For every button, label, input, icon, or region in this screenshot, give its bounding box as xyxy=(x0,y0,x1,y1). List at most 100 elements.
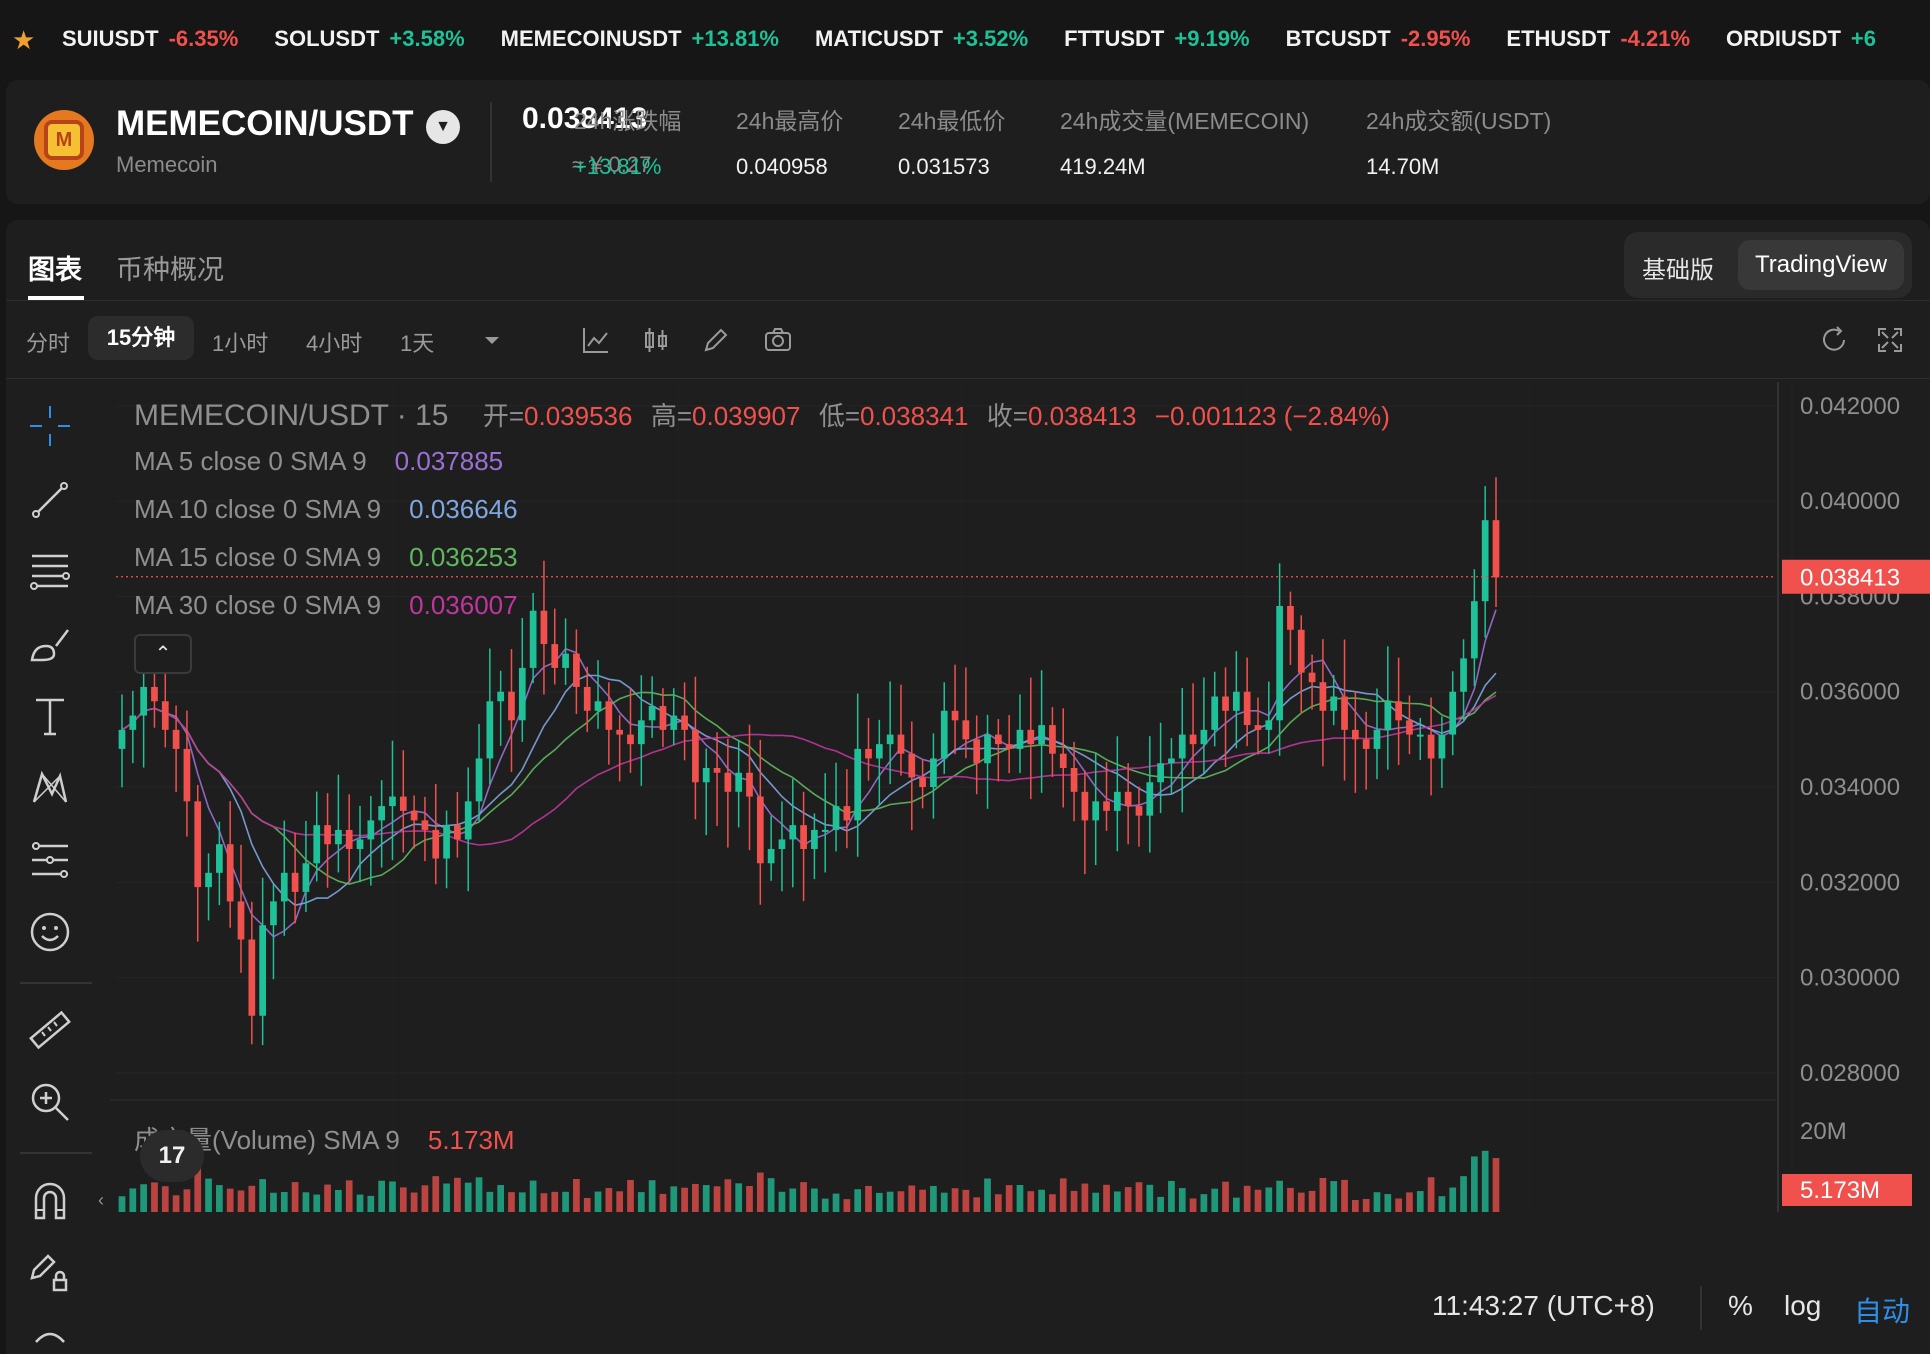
tab-chart[interactable]: 图表 xyxy=(28,248,82,287)
zoom-in-icon[interactable] xyxy=(28,1080,72,1124)
eye-icon[interactable] xyxy=(28,1322,72,1344)
lock-draw-icon[interactable] xyxy=(28,1250,72,1294)
fib-lines-icon[interactable] xyxy=(28,550,72,594)
candle-body xyxy=(399,796,407,811)
volume-bar xyxy=(648,1180,656,1212)
candle-body xyxy=(1146,782,1154,816)
ticker-change: +3.52% xyxy=(952,26,1029,51)
volume-bar xyxy=(291,1182,299,1212)
candle-body xyxy=(1471,601,1478,659)
replay-icon[interactable] xyxy=(1818,324,1850,356)
volume-bar xyxy=(508,1192,515,1212)
text-icon[interactable] xyxy=(28,694,72,738)
timeframe-1d[interactable]: 1天 xyxy=(400,326,434,358)
timeframe-tick[interactable]: 分时 xyxy=(26,326,70,358)
volume-bar xyxy=(183,1189,191,1212)
magnet-icon[interactable] xyxy=(28,1178,72,1222)
ticker-item[interactable]: BTCUSDT -2.95% xyxy=(1286,26,1471,52)
pattern-icon[interactable] xyxy=(28,766,72,810)
chevron-down-icon[interactable]: ▼ xyxy=(426,110,460,144)
volume-bar xyxy=(486,1191,494,1212)
volume-bar xyxy=(616,1191,624,1212)
candle-body xyxy=(497,691,505,702)
ticker-item[interactable]: SOLUSDT +3.58% xyxy=(274,26,464,52)
chevron-up-icon[interactable]: ⌃ xyxy=(134,634,192,674)
candle-body xyxy=(984,734,991,764)
candle-body xyxy=(670,715,678,730)
candle-body xyxy=(1113,791,1121,811)
candle-body xyxy=(1211,696,1219,730)
pair-title[interactable]: MEMECOIN/USDT xyxy=(116,104,414,144)
indicator-chart-icon[interactable] xyxy=(580,324,612,356)
stat-label: 24h最高价 xyxy=(736,108,844,134)
ticker-items: SUIUSDT -6.35% SOLUSDT +3.58% MEMECOINUSDT +1… xyxy=(62,26,1876,52)
candle xyxy=(832,762,840,852)
candle-body xyxy=(161,701,169,730)
star-icon[interactable]: ★ xyxy=(12,27,36,53)
ticker-change: +3.58% xyxy=(389,26,465,51)
volume-bar xyxy=(432,1176,440,1212)
auto-scale-button[interactable]: 自动 xyxy=(1854,1290,1910,1330)
candle-body xyxy=(1038,725,1045,745)
pencil-icon[interactable] xyxy=(700,324,732,356)
candle-body xyxy=(821,829,829,832)
volume-bar xyxy=(216,1185,223,1212)
ticker-item[interactable]: SUIUSDT -6.35% xyxy=(62,26,238,52)
candle xyxy=(270,883,277,980)
candle xyxy=(1341,639,1348,781)
legend-ma5: MA 5 close 0 SMA 9 0.037885 xyxy=(134,446,503,477)
timeframe-15m[interactable]: 15分钟 xyxy=(88,316,194,360)
volume-bar xyxy=(735,1183,743,1212)
volume-bar xyxy=(1070,1190,1078,1212)
ticker-item[interactable]: ORDIUSDT +6 xyxy=(1726,26,1876,52)
candle xyxy=(1492,477,1500,607)
timeframe-1h[interactable]: 1小时 xyxy=(212,326,268,358)
candle-body xyxy=(962,720,970,740)
volume-bar xyxy=(1330,1181,1338,1212)
log-scale-button[interactable]: log xyxy=(1784,1290,1821,1322)
tab-overview[interactable]: 币种概况 xyxy=(116,248,224,287)
camera-icon[interactable] xyxy=(762,324,794,356)
candle xyxy=(540,560,548,695)
candle-body xyxy=(183,748,191,802)
trendline-icon[interactable] xyxy=(28,478,72,522)
candle-body xyxy=(616,729,624,735)
mode-basic-button[interactable]: 基础版 xyxy=(1642,250,1714,285)
volume-bar xyxy=(248,1185,256,1212)
ticker-item[interactable]: ETHUSDT -4.21% xyxy=(1506,26,1690,52)
candle-body xyxy=(562,653,569,668)
emoji-icon[interactable] xyxy=(28,910,72,954)
candle-type-icon[interactable] xyxy=(640,324,672,356)
collapse-toolbar-icon[interactable]: ‹ xyxy=(98,1190,104,1211)
divider xyxy=(6,378,1930,379)
volume-bar xyxy=(756,1172,764,1212)
candle xyxy=(724,738,732,848)
fullscreen-icon[interactable] xyxy=(1874,324,1906,356)
candle xyxy=(518,617,526,742)
candle-body xyxy=(248,939,256,1016)
candle xyxy=(865,717,872,781)
volume-bar xyxy=(335,1189,342,1212)
candle xyxy=(767,815,775,881)
timeframe-4h[interactable]: 4小时 xyxy=(306,326,362,358)
candle-body xyxy=(432,829,440,859)
candle-body xyxy=(421,820,429,830)
brush-icon[interactable] xyxy=(28,622,72,666)
mode-tradingview-button[interactable]: TradingView xyxy=(1738,240,1904,290)
divider xyxy=(6,300,1930,301)
volume-bar xyxy=(1103,1184,1110,1212)
ruler-icon[interactable] xyxy=(28,1008,72,1052)
chevron-down-icon[interactable] xyxy=(476,324,508,356)
volume-bar xyxy=(875,1192,883,1212)
volume-bar xyxy=(237,1190,245,1212)
percent-scale-button[interactable]: % xyxy=(1728,1290,1753,1322)
projection-icon[interactable] xyxy=(28,838,72,882)
candle xyxy=(475,724,483,821)
candle-body xyxy=(1265,720,1273,730)
crosshair-icon[interactable] xyxy=(28,404,72,448)
ticker-item[interactable]: FTTUSDT +9.19% xyxy=(1064,26,1249,52)
candle-body xyxy=(659,706,667,730)
ticker-item[interactable]: MEMECOINUSDT +13.81% xyxy=(501,26,779,52)
ticker-item[interactable]: MATICUSDT +3.52% xyxy=(815,26,1028,52)
candle xyxy=(1319,639,1327,767)
